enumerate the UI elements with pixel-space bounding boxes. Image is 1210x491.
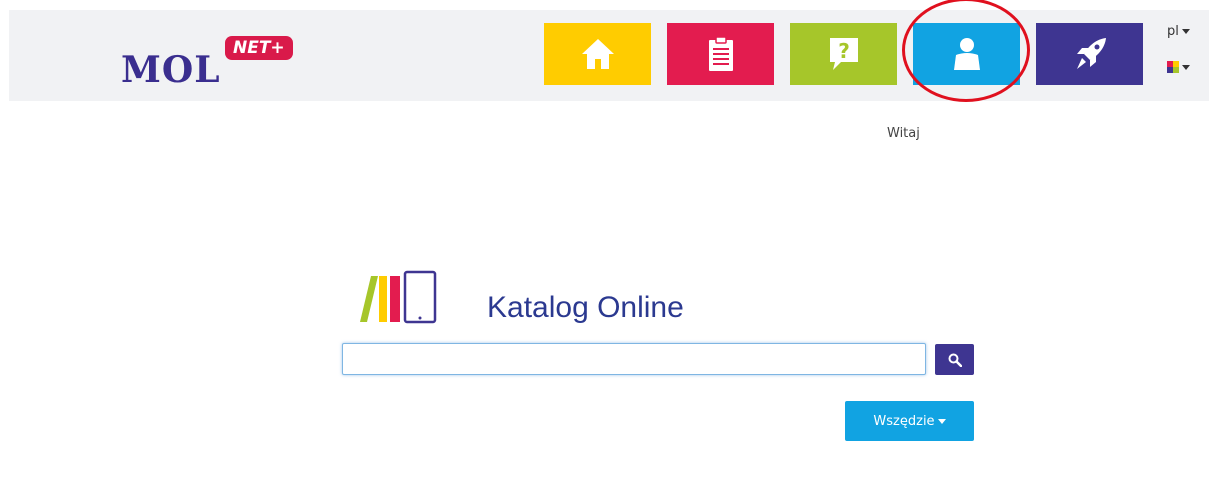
chevron-down-icon	[1182, 64, 1190, 70]
catalog-books-icon	[360, 270, 437, 324]
nav-rocket-button[interactable]	[1036, 23, 1143, 85]
page: MOL NET+ ? pl Witaj Katalog Online Wszęd…	[9, 0, 1209, 491]
clipboard-icon	[708, 36, 733, 71]
search-button[interactable]	[935, 344, 974, 375]
search-input[interactable]	[342, 343, 926, 375]
language-selector[interactable]: pl	[1167, 24, 1190, 39]
nav-list-button[interactable]	[667, 23, 774, 85]
nav-home-button[interactable]	[544, 23, 651, 85]
greeting-label: Witaj	[887, 126, 920, 141]
logo-badge: NET+	[225, 36, 293, 60]
search-scope-dropdown[interactable]: Wszędzie	[845, 401, 974, 441]
top-navbar: MOL NET+ ? pl	[9, 0, 1209, 102]
catalog-title: Katalog Online	[487, 291, 684, 324]
theme-selector[interactable]	[1167, 60, 1190, 74]
chevron-down-icon	[937, 418, 946, 424]
rocket-icon	[1076, 38, 1106, 69]
color-grid-icon	[1167, 61, 1179, 73]
logo-text: MOL	[121, 49, 221, 91]
chevron-down-icon	[1181, 29, 1190, 34]
search-scope-label: Wszędzie	[873, 413, 935, 429]
nav-help-button[interactable]: ?	[790, 23, 897, 85]
app-logo[interactable]: MOL NET+	[121, 34, 321, 94]
home-icon	[581, 39, 614, 69]
language-label: pl	[1167, 24, 1179, 39]
user-icon	[953, 38, 980, 70]
redacted-username	[944, 114, 1206, 146]
nav-user-button[interactable]	[913, 23, 1020, 85]
svg-text:?: ?	[838, 39, 850, 63]
question-bubble-icon: ?	[829, 38, 858, 70]
search-icon	[948, 353, 962, 367]
